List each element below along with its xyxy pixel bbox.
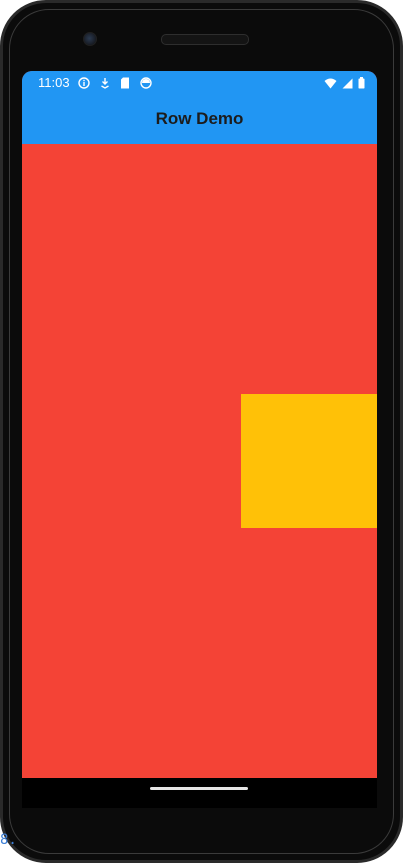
phone-screen: 11:03 Row Demo — [22, 71, 377, 778]
page-title: Row Demo — [155, 109, 244, 128]
wifi-icon — [324, 76, 337, 94]
status-bar: 11:03 — [22, 71, 377, 95]
vpn-icon — [140, 76, 152, 94]
amber-box — [241, 394, 377, 528]
row-container — [22, 144, 377, 778]
signal-icon — [342, 76, 353, 94]
status-notification-icons — [78, 76, 152, 94]
info-icon — [78, 76, 90, 94]
navigation-bar — [22, 778, 377, 808]
edge-text: 8. — [0, 832, 17, 848]
sd-card-icon — [120, 76, 130, 94]
status-system-icons — [324, 76, 365, 94]
download-icon — [100, 76, 110, 94]
earpiece-speaker — [161, 34, 249, 45]
app-bar: Row Demo — [22, 95, 377, 144]
battery-icon — [358, 76, 365, 94]
home-gesture-handle[interactable] — [150, 787, 248, 790]
front-camera — [83, 32, 97, 46]
status-time: 11:03 — [38, 75, 70, 90]
